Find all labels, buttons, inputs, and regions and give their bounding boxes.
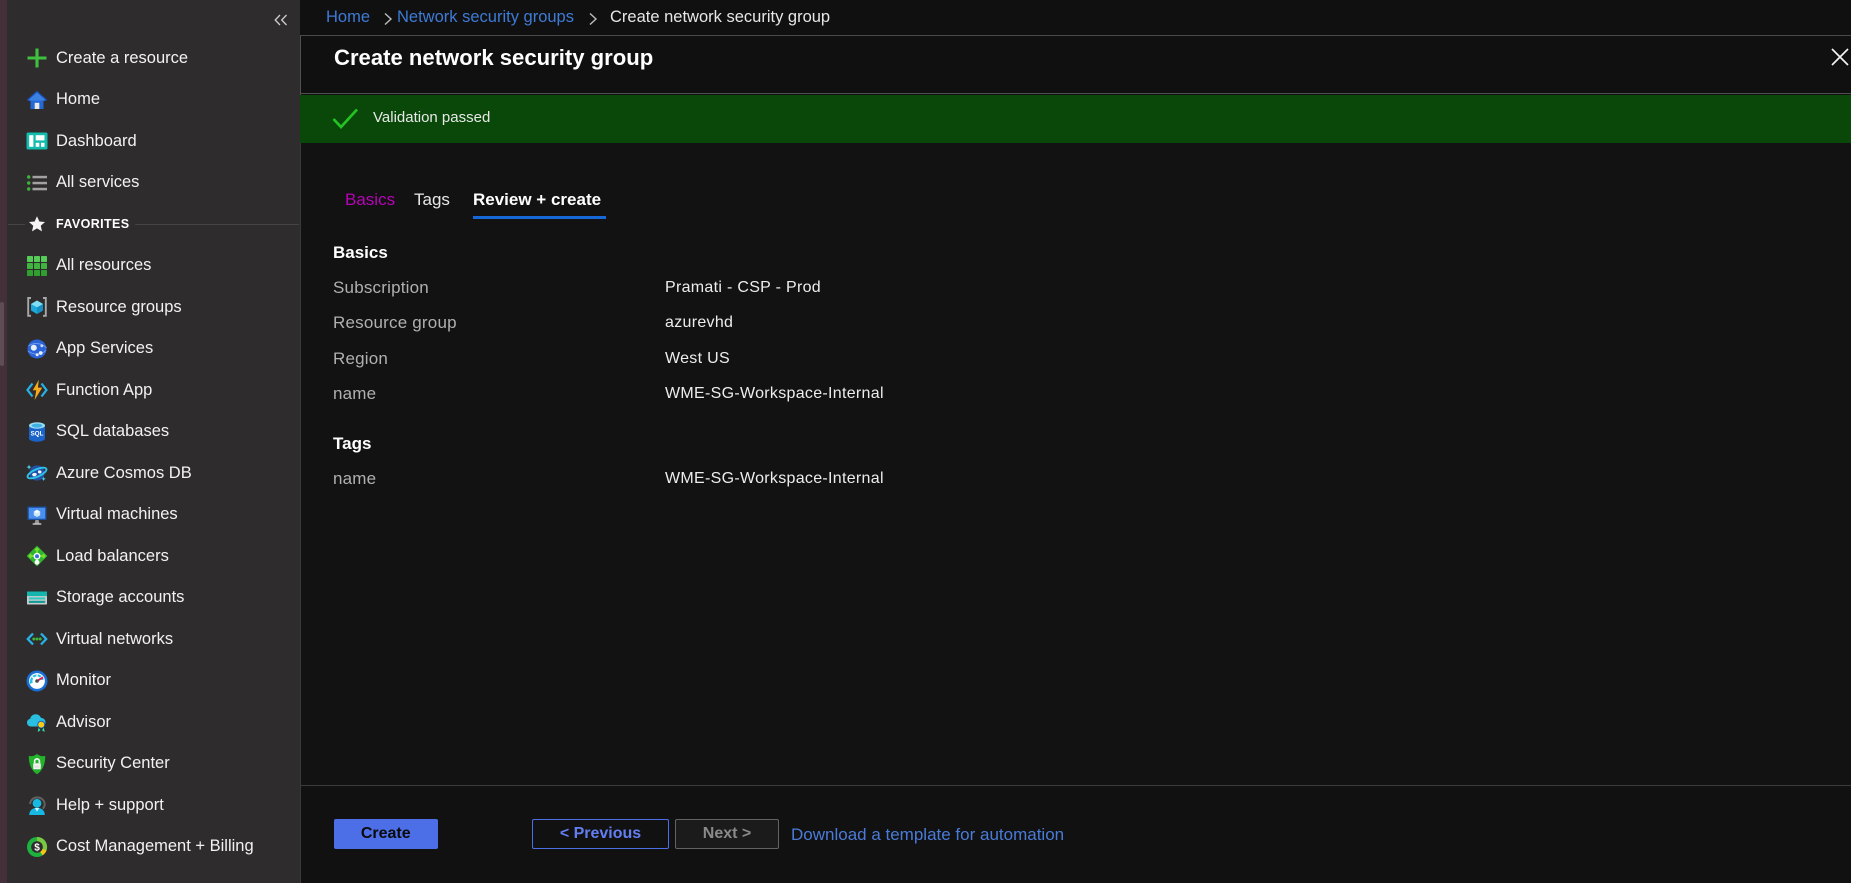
svg-text:SQL: SQL (31, 430, 44, 437)
svg-text:$: $ (34, 842, 40, 853)
